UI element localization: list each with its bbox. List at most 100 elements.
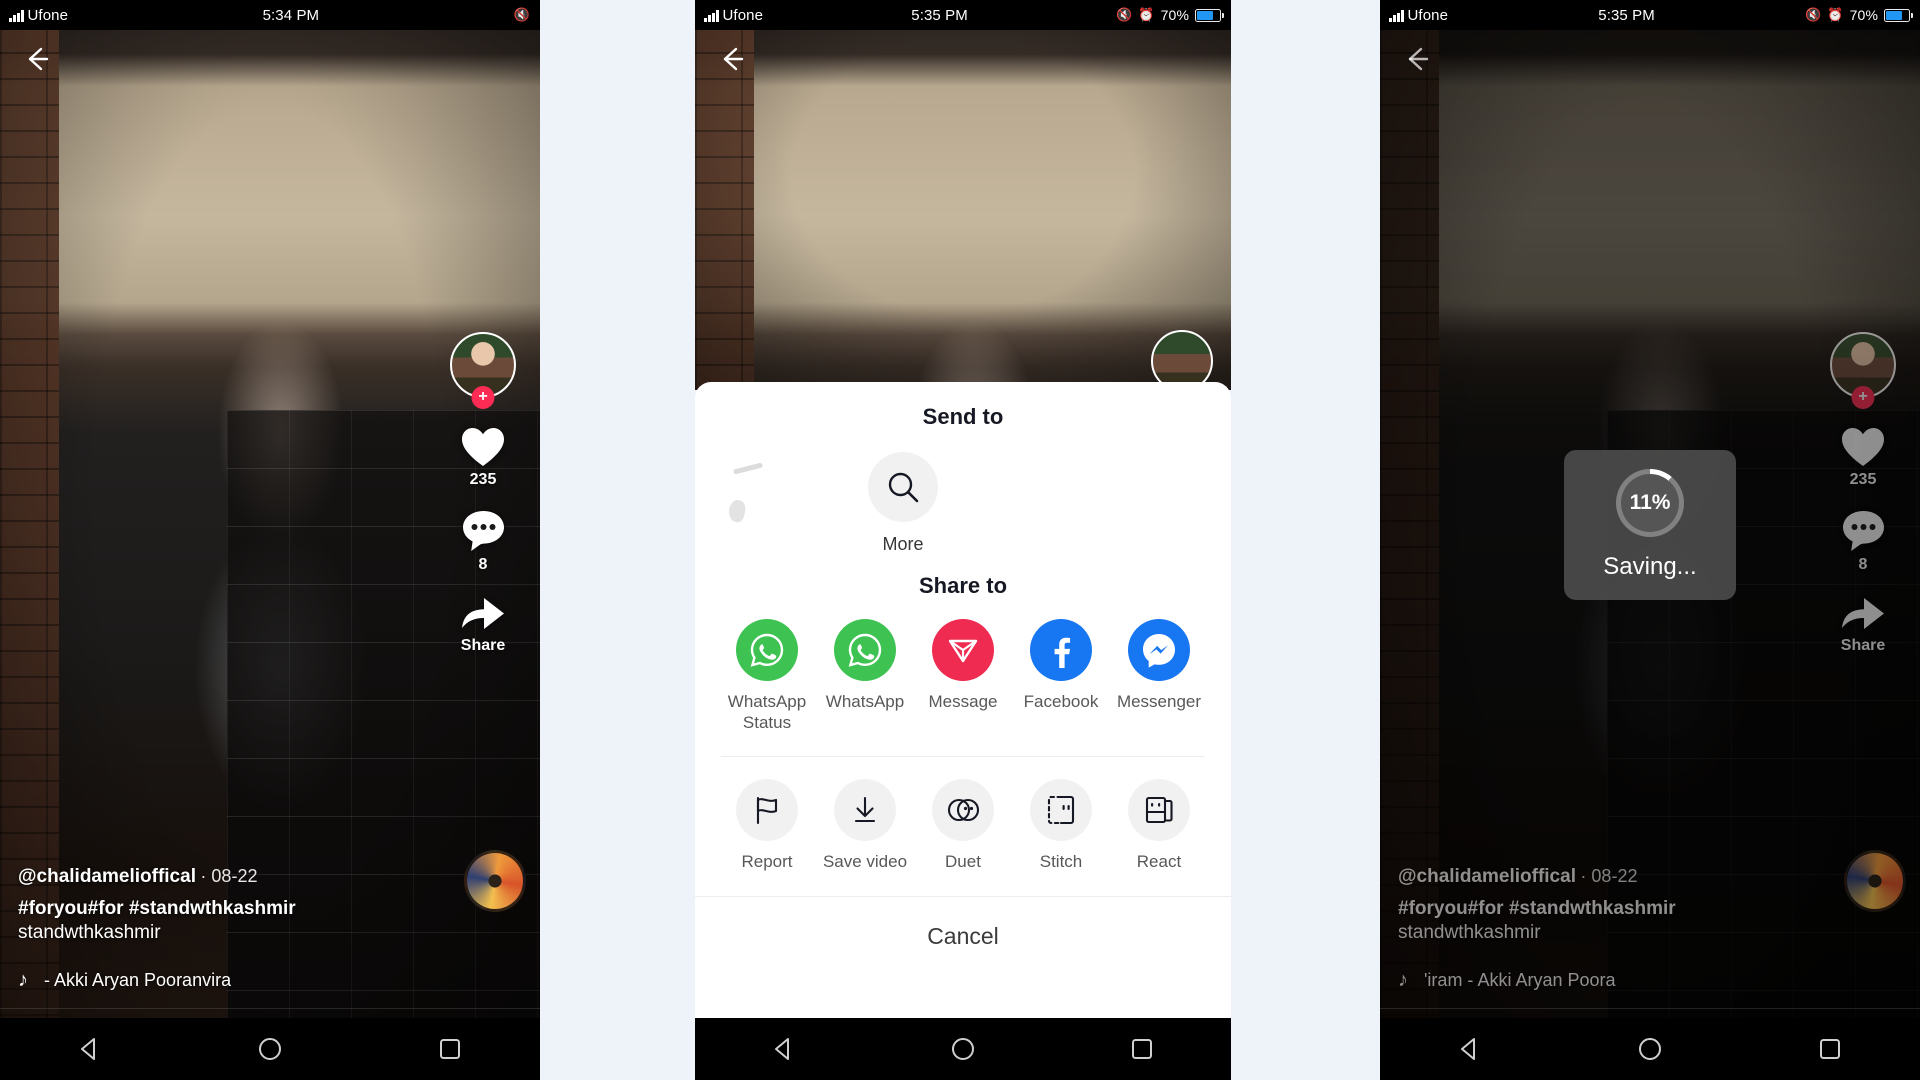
music-info[interactable]: ♪ - Akki Aryan Pooranvira — [18, 969, 430, 992]
like-button[interactable]: 235 — [1840, 426, 1886, 489]
back-button[interactable] — [715, 42, 749, 76]
username[interactable]: @chalidamelioffical — [1398, 866, 1576, 887]
video-caption: @chalidamelioffical · 08-22 #foryou#for … — [18, 866, 430, 944]
share-to-title: Share to — [918, 573, 1008, 598]
nav-home-button[interactable] — [933, 1036, 993, 1062]
share-app-label: Message — [928, 692, 998, 711]
nav-home-button[interactable] — [240, 1036, 300, 1062]
home-circle-icon — [1639, 1038, 1661, 1060]
mute-icon: 🔇 — [1805, 7, 1822, 22]
carrier-label: Ufone — [722, 6, 764, 24]
signal-icon — [1389, 9, 1404, 22]
action-label: Stitch — [1039, 851, 1083, 871]
alarm-icon: ⏰ — [1827, 7, 1844, 22]
status-bar-left-group: Ufone — [0, 7, 68, 24]
comment-icon — [1842, 511, 1884, 551]
share-app-label: WhatsApp — [825, 692, 905, 711]
like-button[interactable]: 235 — [460, 426, 506, 489]
status-bar-right: Ufone 5:35 PM 🔇 ⏰ 70% — [1380, 0, 1920, 30]
carrier-label: Ufone — [1407, 6, 1449, 24]
recents-square-icon — [1820, 1039, 1840, 1059]
caption-second-line: standwthkashmir — [18, 922, 161, 943]
status-bar-clock: 5:34 PM — [262, 6, 320, 24]
panel-gap-1 — [540, 0, 695, 1080]
heart-icon — [462, 428, 504, 466]
send-to-title: Send to — [922, 404, 1004, 429]
share-app-whatsapp[interactable]: WhatsApp — [819, 619, 911, 734]
follow-plus-icon[interactable]: + — [471, 386, 495, 409]
comment-button[interactable]: 8 — [461, 509, 506, 574]
music-disc[interactable] — [464, 850, 526, 912]
like-count: 235 — [469, 471, 497, 488]
music-info[interactable]: ♪ 'iram - Akki Aryan Poora — [1398, 969, 1810, 992]
nav-back-button[interactable] — [754, 1036, 814, 1062]
nav-recents-button[interactable] — [420, 1036, 480, 1062]
recents-square-icon — [1131, 1039, 1152, 1059]
share-app-label: WhatsApp Status — [727, 692, 807, 733]
flag-icon — [736, 778, 798, 841]
home-circle-icon — [259, 1038, 281, 1060]
mute-icon: 🔇 — [513, 7, 530, 22]
progress-ring: 11% — [1616, 469, 1684, 537]
nav-recents-button[interactable] — [1800, 1036, 1860, 1062]
comment-count: 8 — [1858, 556, 1868, 573]
nav-back-button[interactable] — [1440, 1036, 1500, 1062]
share-app-message[interactable]: Message — [917, 619, 1009, 734]
cancel-button[interactable]: Cancel — [695, 897, 1231, 976]
loading-placeholder — [721, 452, 817, 538]
more-icon-circle — [868, 452, 938, 522]
phone-screen-share-sheet: Ufone 5:35 PM 🔇 ⏰ 70% Send to More Share… — [695, 0, 1231, 1080]
heart-icon — [1842, 428, 1884, 466]
username[interactable]: @chalidamelioffical — [18, 866, 196, 887]
back-triangle-icon — [1461, 1038, 1475, 1060]
status-bar-right-group: 🔇 — [514, 7, 540, 23]
send-to-more[interactable]: More — [855, 452, 951, 555]
battery-icon — [1884, 8, 1913, 22]
back-triangle-icon — [81, 1038, 95, 1060]
recents-square-icon — [440, 1039, 460, 1059]
action-duet[interactable]: Duet — [917, 778, 1009, 872]
back-button[interactable] — [1400, 42, 1434, 76]
message-send-icon — [932, 619, 994, 681]
caption-hashtags[interactable]: #foryou#for #standwthkashmir — [18, 898, 430, 920]
caption-hashtags[interactable]: #foryou#for #standwthkashmir — [1398, 898, 1810, 920]
action-stitch[interactable]: Stitch — [1015, 778, 1107, 872]
comment-count: 8 — [478, 556, 488, 573]
music-title: 'iram - Akki Aryan Poora — [1424, 970, 1616, 990]
share-app-facebook[interactable]: Facebook — [1015, 619, 1107, 734]
share-app-whatsapp-status[interactable]: WhatsApp Status — [721, 619, 813, 734]
share-actions-row: Report Save video Duet Stitch React — [695, 757, 1231, 872]
avatar[interactable]: + — [450, 332, 516, 409]
share-app-label: Messenger — [1116, 692, 1202, 711]
battery-percent: 70% — [1160, 7, 1189, 23]
music-disc[interactable] — [1844, 850, 1906, 912]
action-label: Save video — [822, 851, 908, 871]
status-bar-left-group: Ufone — [695, 7, 763, 24]
nav-recents-button[interactable] — [1112, 1036, 1172, 1062]
share-label: Share — [460, 637, 506, 654]
saving-label: Saving... — [1603, 553, 1697, 580]
status-bar-left-group: Ufone — [1380, 7, 1448, 24]
android-navbar-left — [0, 1018, 540, 1080]
share-button[interactable]: Share — [459, 594, 507, 655]
alarm-icon: ⏰ — [1138, 7, 1155, 22]
saving-dialog: 11% Saving... — [1564, 450, 1736, 600]
comment-button[interactable]: 8 — [1841, 509, 1886, 574]
share-button[interactable]: Share — [1839, 594, 1887, 655]
avatar[interactable]: + — [1830, 332, 1896, 409]
action-rail: + 235 8 Share — [440, 332, 526, 675]
android-navbar-mid — [695, 1018, 1231, 1080]
whatsapp-icon — [834, 619, 896, 681]
action-label: React — [1136, 851, 1182, 871]
action-report[interactable]: Report — [721, 778, 813, 872]
download-icon — [834, 778, 896, 841]
action-react[interactable]: React — [1113, 778, 1205, 872]
nav-back-button[interactable] — [60, 1036, 120, 1062]
caption-header: @chalidamelioffical · 08-22 — [18, 866, 430, 888]
follow-plus-icon[interactable]: + — [1851, 386, 1875, 409]
search-icon — [888, 472, 919, 503]
share-app-messenger[interactable]: Messenger — [1113, 619, 1205, 734]
back-button[interactable] — [20, 42, 54, 76]
nav-home-button[interactable] — [1620, 1036, 1680, 1062]
action-save-video[interactable]: Save video — [819, 778, 911, 872]
